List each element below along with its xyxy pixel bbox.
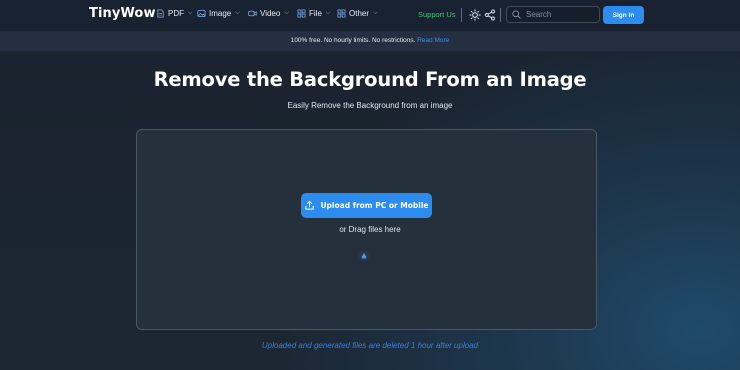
nav-video[interactable]: Video ⌵ — [248, 9, 289, 18]
top-navigation-bar: TinyWow PDF ⌵ Image ⌵ Video ⌵ File ⌵ Oth… — [0, 0, 740, 31]
nav-file[interactable]: File ⌵ — [297, 9, 330, 18]
video-icon — [248, 10, 257, 17]
site-logo[interactable]: TinyWow — [89, 6, 156, 21]
search-input[interactable] — [526, 10, 592, 19]
grid-icon — [337, 9, 346, 18]
divider — [500, 8, 501, 22]
search-box[interactable] — [506, 6, 600, 23]
nav-image-label: Image — [209, 9, 232, 18]
pdf-icon — [157, 9, 164, 18]
nav-file-label: File — [309, 9, 322, 18]
sun-icon — [469, 9, 481, 21]
image-icon — [197, 9, 206, 18]
nav-pdf[interactable]: PDF ⌵ — [156, 9, 193, 18]
google-drive-icon — [358, 250, 370, 262]
chevron-down-icon: ⌵ — [235, 10, 240, 16]
chevron-down-icon: ⌵ — [325, 10, 331, 16]
theme-toggle-button[interactable] — [468, 8, 482, 22]
page-subtitle: Easily Remove the Background from an ima… — [287, 101, 453, 110]
divider — [461, 8, 462, 22]
nav-other-label: Other — [349, 9, 370, 18]
nav-pdf-label: PDF — [168, 9, 184, 18]
page-title: Remove the Background From an Image — [153, 68, 587, 91]
deletion-notice: Uploaded and generated files are deleted… — [261, 341, 479, 350]
file-icon — [297, 9, 306, 18]
chevron-down-icon: ⌵ — [284, 10, 289, 16]
drag-files-text: or Drag files here — [339, 225, 401, 234]
share-icon — [484, 9, 495, 21]
read-more-link[interactable]: Read More — [417, 37, 449, 44]
search-icon — [512, 10, 521, 19]
upload-icon — [305, 200, 315, 210]
sign-in-button[interactable]: Sign In — [603, 6, 644, 24]
chevron-down-icon: ⌵ — [373, 10, 378, 16]
upload-button-label: Upload from PC or Mobile — [320, 201, 429, 210]
chevron-down-icon: ⌵ — [188, 10, 193, 16]
share-button[interactable] — [483, 8, 497, 22]
google-drive-button[interactable] — [358, 249, 370, 262]
promo-banner: 100% free. No hourly limits. No restrict… — [0, 31, 740, 51]
upload-button[interactable]: Upload from PC or Mobile — [301, 193, 432, 218]
nav-image[interactable]: Image ⌵ — [197, 9, 240, 18]
nav-other[interactable]: Other ⌵ — [337, 9, 378, 18]
nav-video-label: Video — [260, 9, 281, 18]
banner-text: 100% free. No hourly limits. No restrict… — [290, 37, 418, 44]
support-us-link[interactable]: Support Us — [418, 10, 456, 19]
